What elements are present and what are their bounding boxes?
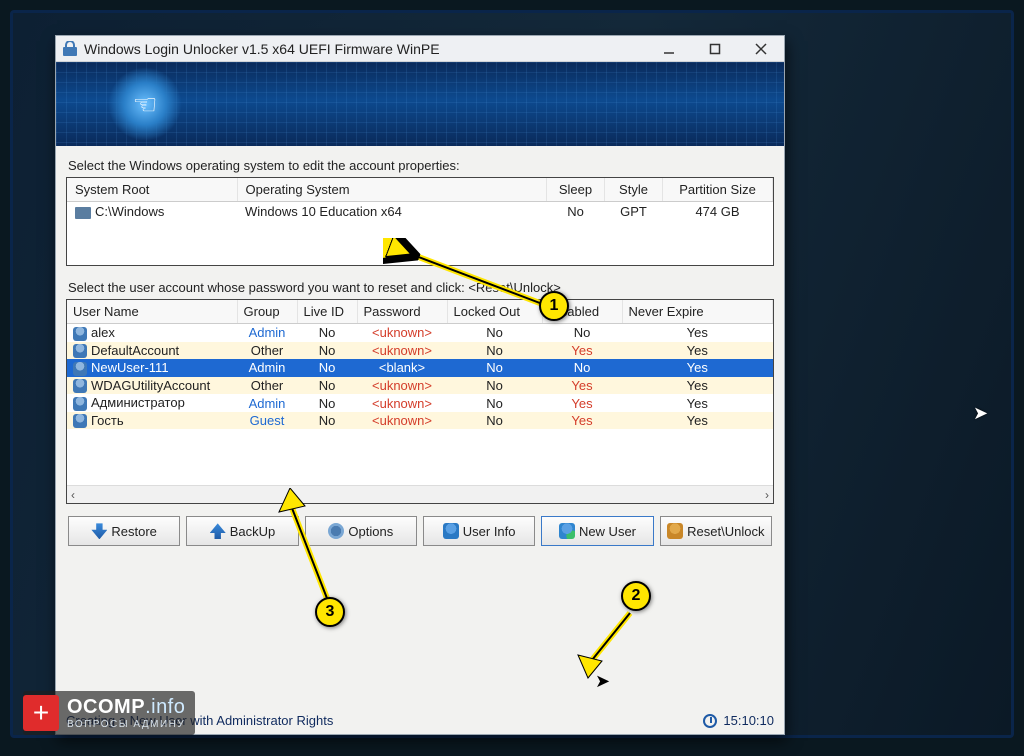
minimize-button[interactable] xyxy=(646,36,692,62)
user-row[interactable]: АдминистраторAdminNo<uknown>NoYesYes xyxy=(67,394,773,412)
user-row[interactable]: ГостьGuestNo<uknown>NoYesYes xyxy=(67,412,773,430)
col-user-name[interactable]: User Name xyxy=(67,300,237,324)
app-window: Windows Login Unlocker v1.5 x64 UEFI Fir… xyxy=(55,35,785,735)
download-icon xyxy=(91,523,107,539)
banner-logo: ☜ xyxy=(108,67,182,141)
new-user-button[interactable]: New User xyxy=(541,516,653,546)
os-row[interactable]: C:\WindowsWindows 10 Education x64NoGPT4… xyxy=(67,202,773,222)
user-row[interactable]: NewUser-111AdminNo<blank>NoNoYes xyxy=(67,359,773,377)
hand-cursor-icon: ☜ xyxy=(132,88,157,121)
col-system-root[interactable]: System Root xyxy=(67,178,237,202)
banner: ☜ xyxy=(56,62,784,146)
callout-2: 2 xyxy=(621,581,651,611)
watermark: + OCOMP.info ВОПРОСЫ АДМИНУ xyxy=(23,691,195,735)
cursor-icon: ➤ xyxy=(595,671,610,692)
desktop-cursor-icon: ➤ xyxy=(973,403,988,424)
col-operating-system[interactable]: Operating System xyxy=(237,178,547,202)
user-row[interactable]: DefaultAccountOtherNo<uknown>NoYesYes xyxy=(67,342,773,360)
horizontal-scrollbar[interactable]: ‹ › xyxy=(67,485,773,503)
col-locked-out[interactable]: Locked Out xyxy=(447,300,542,324)
gear-icon xyxy=(328,523,344,539)
os-table[interactable]: System Root Operating System Sleep Style… xyxy=(66,177,774,266)
account-icon xyxy=(73,379,87,393)
backup-button[interactable]: BackUp xyxy=(186,516,298,546)
minimize-icon xyxy=(663,43,675,55)
account-icon xyxy=(73,344,87,358)
user-select-label: Select the user account whose password y… xyxy=(68,280,772,295)
options-button[interactable]: Options xyxy=(305,516,417,546)
account-icon xyxy=(73,414,87,428)
close-icon xyxy=(755,43,767,55)
maximize-button[interactable] xyxy=(692,36,738,62)
close-button[interactable] xyxy=(738,36,784,62)
reset-unlock-button[interactable]: Reset\Unlock xyxy=(660,516,772,546)
restore-button[interactable]: Restore xyxy=(68,516,180,546)
drive-icon xyxy=(75,207,91,219)
account-icon xyxy=(73,362,87,376)
user-row[interactable]: WDAGUtilityAccountOtherNo<uknown>NoYesYe… xyxy=(67,377,773,395)
col-sleep[interactable]: Sleep xyxy=(547,178,605,202)
unlock-icon xyxy=(667,523,683,539)
titlebar: Windows Login Unlocker v1.5 x64 UEFI Fir… xyxy=(56,36,784,62)
os-select-label: Select the Windows operating system to e… xyxy=(68,158,772,173)
watermark-plus-icon: + xyxy=(23,695,59,731)
app-icon xyxy=(62,41,78,57)
user-icon xyxy=(443,523,459,539)
col-style[interactable]: Style xyxy=(605,178,663,202)
status-time: 15:10:10 xyxy=(723,713,774,728)
scroll-left-icon[interactable]: ‹ xyxy=(71,488,75,502)
window-title: Windows Login Unlocker v1.5 x64 UEFI Fir… xyxy=(84,41,646,57)
account-icon xyxy=(73,327,87,341)
col-live-id[interactable]: Live ID xyxy=(297,300,357,324)
maximize-icon xyxy=(709,43,721,55)
user-row[interactable]: alexAdminNo<uknown>NoNoYes xyxy=(67,324,773,342)
col-group[interactable]: Group xyxy=(237,300,297,324)
col-partition-size[interactable]: Partition Size xyxy=(663,178,773,202)
clock-icon xyxy=(703,714,717,728)
col-password[interactable]: Password xyxy=(357,300,447,324)
callout-1: 1 xyxy=(539,291,569,321)
upload-icon xyxy=(210,523,226,539)
user-table[interactable]: User Name Group Live ID Password Locked … xyxy=(66,299,774,504)
col-never-expire[interactable]: Never Expire xyxy=(622,300,773,324)
button-row: Restore BackUp Options User Info New Use… xyxy=(68,516,772,546)
account-icon xyxy=(73,397,87,411)
user-info-button[interactable]: User Info xyxy=(423,516,535,546)
callout-3: 3 xyxy=(315,597,345,627)
add-user-icon xyxy=(559,523,575,539)
scroll-right-icon[interactable]: › xyxy=(765,488,769,502)
